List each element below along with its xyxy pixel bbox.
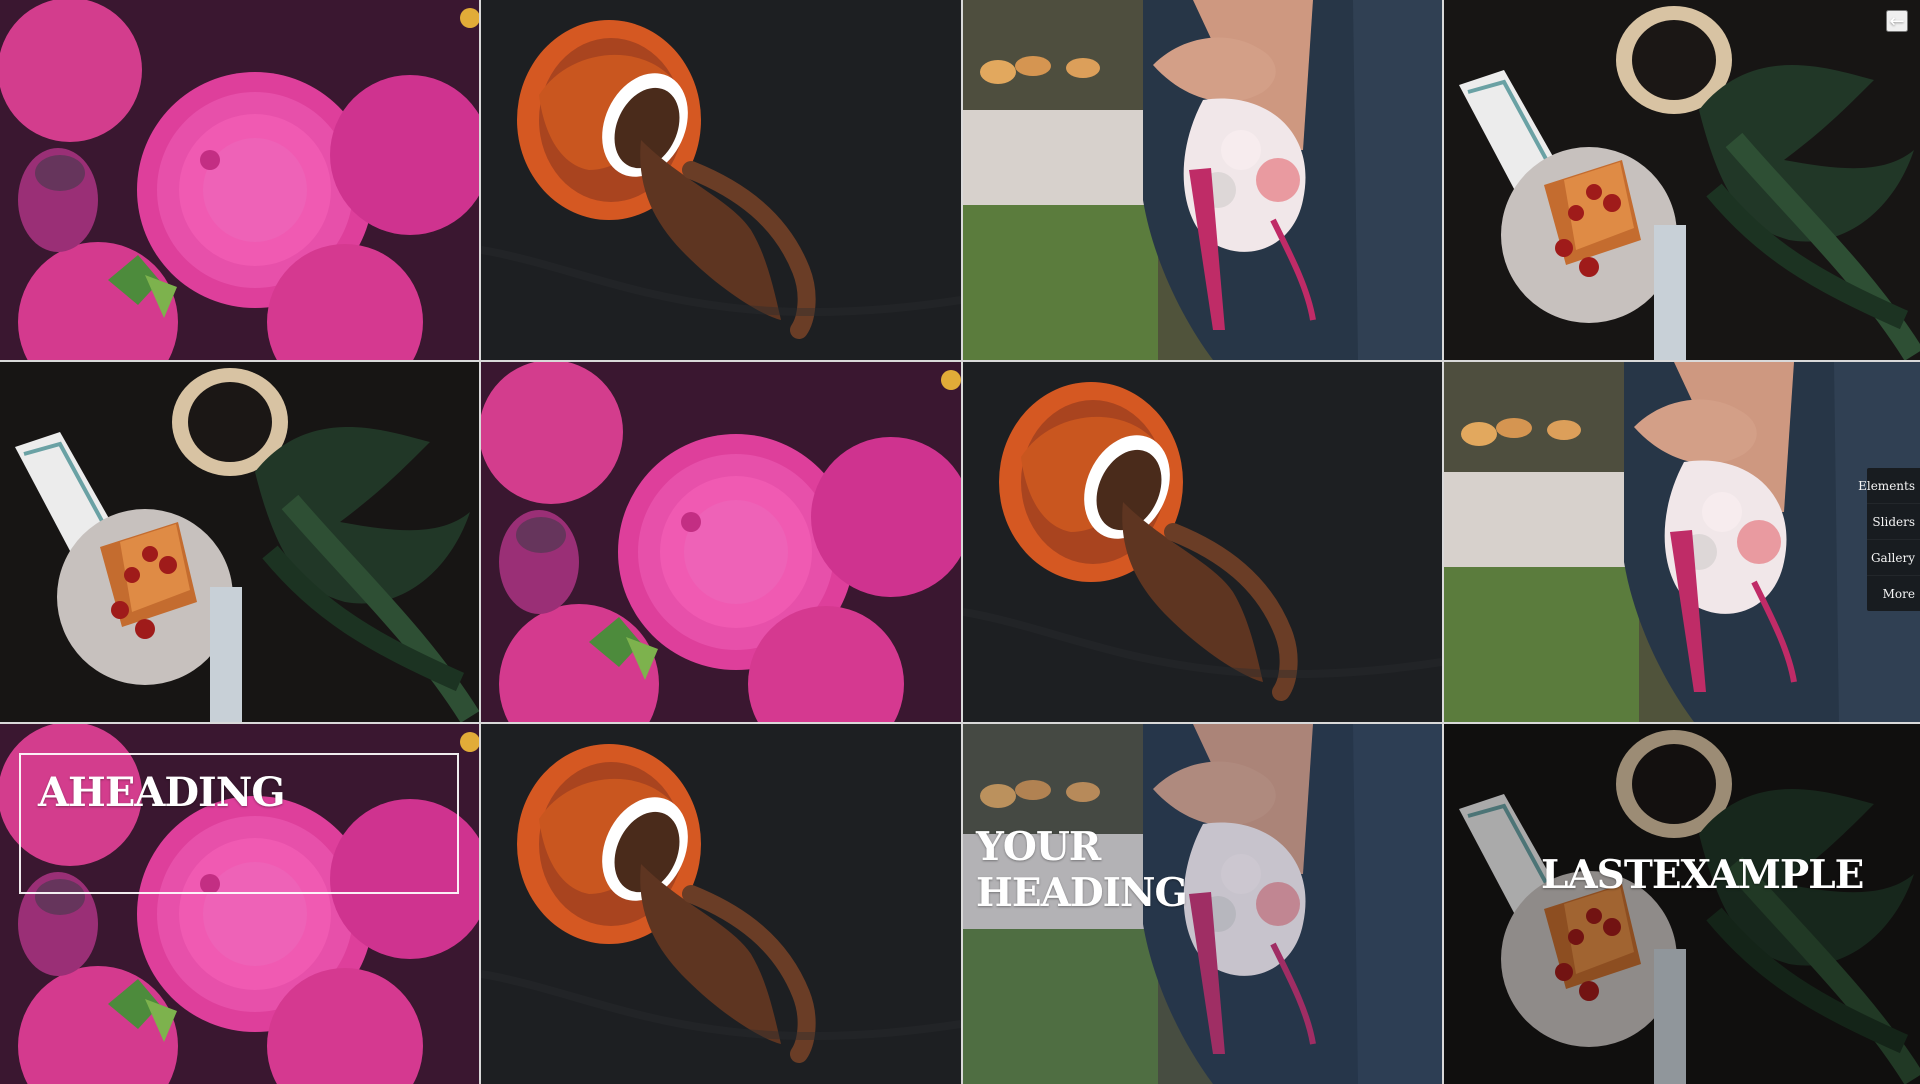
tile-heading-c: LASTEXAMPLE — [1541, 852, 1864, 898]
couple-image — [963, 0, 1442, 360]
side-menu-item-more[interactable]: More — [1867, 576, 1920, 611]
coffee-image-3 — [481, 724, 961, 1084]
flowers-image-2 — [481, 362, 961, 722]
gallery-tile-couple-1[interactable] — [963, 0, 1442, 360]
gallery-tile-waffle-2[interactable] — [0, 362, 479, 722]
gallery-tile-waffle-1[interactable] — [1444, 0, 1920, 360]
flowers-image — [0, 0, 479, 360]
waffle-image-2 — [0, 362, 479, 722]
gallery-tile-flowers-2[interactable] — [481, 362, 961, 722]
side-menu-item-gallery[interactable]: Gallery — [1867, 540, 1920, 576]
gallery-tile-flowers-1[interactable] — [0, 0, 479, 360]
gallery-tile-coffee-3[interactable] — [481, 724, 961, 1084]
waffle-image-3 — [1444, 724, 1920, 1084]
gallery-tile-couple-2[interactable] — [1444, 362, 1920, 722]
gallery-tile-coffee-2[interactable] — [963, 362, 1442, 722]
side-menu-item-sliders[interactable]: Sliders — [1867, 504, 1920, 540]
coffee-image — [481, 0, 961, 360]
tile-heading-a: AHEADING — [38, 769, 285, 816]
gallery-grid — [0, 0, 1920, 1084]
coffee-image-2 — [963, 362, 1442, 722]
waffle-image — [1444, 0, 1920, 360]
tile-heading-b: YOUR HEADING — [976, 824, 1188, 916]
gallery-tile-waffle-3[interactable] — [1444, 724, 1920, 1084]
side-menu-item-elements[interactable]: Elements — [1858, 468, 1920, 504]
side-menu: Elements Sliders Gallery More — [1858, 468, 1920, 611]
back-button[interactable]: ← — [1886, 10, 1908, 32]
back-arrow-icon: ← — [1889, 10, 1905, 32]
gallery-tile-coffee-1[interactable] — [481, 0, 961, 360]
couple-image-2 — [1444, 362, 1920, 722]
